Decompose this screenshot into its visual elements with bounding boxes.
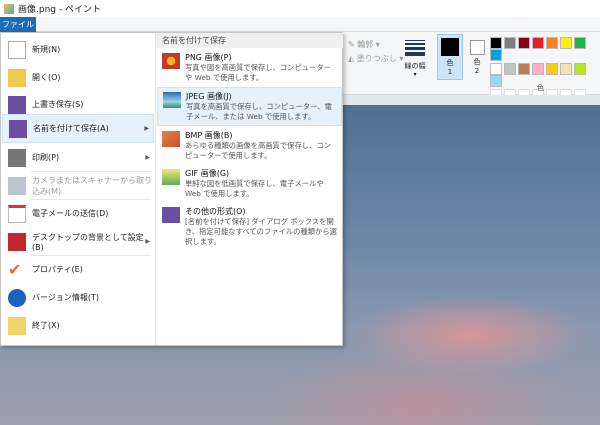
save-as-gif[interactable]: GIF 画像(G) 単純な図を低画質で保存し、電子メールや Web で使用します。	[157, 165, 342, 202]
open-folder-icon	[8, 68, 26, 87]
menu-item-exit[interactable]: 終了(X)	[2, 312, 154, 339]
submenu-arrow-icon: ▶	[144, 125, 149, 132]
menu-item-open[interactable]: 開く(O)	[2, 64, 154, 91]
fill-dropdown[interactable]: ◭ 塗りつぶし ▾	[348, 52, 403, 66]
ribbon-tab-bar	[0, 17, 600, 32]
outline-icon: ✎	[348, 40, 355, 49]
size-button[interactable]: 線の幅 ▾	[402, 36, 428, 78]
menu-item-from-scanner: カメラまたはスキャナーから取り込み(M)	[2, 172, 154, 199]
jpeg-icon	[163, 92, 181, 108]
save-as-icon	[9, 119, 27, 138]
menu-item-print[interactable]: 印刷(P) ▶	[2, 144, 154, 171]
color2-button[interactable]: 色2	[466, 34, 488, 80]
new-file-icon	[8, 40, 26, 59]
about-info-icon	[8, 288, 26, 307]
png-icon	[162, 53, 180, 69]
other-formats-icon	[162, 207, 180, 223]
palette-color-swatch[interactable]	[560, 63, 572, 75]
palette-color-swatch[interactable]	[490, 37, 502, 49]
palette-color-swatch[interactable]	[574, 63, 586, 75]
window-title: 画像.png - ペイント	[18, 5, 101, 15]
submenu-arrow-icon: ▶	[145, 238, 150, 245]
fill-icon: ◭	[348, 54, 355, 63]
menu-item-send-email[interactable]: 電子メールの送信(D)	[2, 200, 154, 227]
save-as-submenu: 名前を付けて保存 PNG 画像(P) 写真や図を高画質で保存し、コンピューターや …	[155, 33, 343, 345]
title-bar: 画像.png - ペイント	[0, 0, 600, 17]
palette-color-swatch[interactable]	[504, 37, 516, 49]
menu-item-about[interactable]: バージョン情報(T)	[2, 284, 154, 311]
desktop-background-icon	[8, 232, 26, 251]
menu-item-set-desktop-background[interactable]: デスクトップの背景として設定(B) ▶	[2, 228, 154, 255]
menu-item-new[interactable]: 新規(N)	[2, 36, 154, 63]
save-as-other[interactable]: その他の形式(O) [名前を付けて保存] ダイアログ ボックスを開き、指定可能なす…	[157, 203, 342, 250]
palette-color-swatch[interactable]	[490, 63, 502, 75]
properties-check-icon: ✔	[8, 259, 22, 279]
palette-color-swatch[interactable]	[532, 37, 544, 49]
menu-item-save-as[interactable]: 名前を付けて保存(A) ▶	[2, 114, 154, 143]
save-as-png[interactable]: PNG 画像(P) 写真や図を高画質で保存し、コンピューターや Web で使用しま…	[157, 49, 342, 86]
ribbon: ✎ 輪郭 ▾ ◭ 塗りつぶし ▾ 線の幅 ▾ 色1 色2 色	[342, 32, 600, 113]
line-width-icon	[402, 36, 428, 58]
palette-color-swatch[interactable]	[546, 63, 558, 75]
email-icon	[8, 204, 26, 223]
colors-group-label: 色	[537, 84, 544, 92]
save-as-jpeg[interactable]: JPEG 画像(J) 写真を高画質で保存し、コンピューター、電子メール、または W…	[157, 87, 342, 126]
file-tab[interactable]: ファイル	[0, 17, 36, 32]
palette-color-swatch[interactable]	[504, 63, 516, 75]
palette-color-swatch[interactable]	[490, 49, 502, 61]
exit-icon	[8, 316, 26, 335]
submenu-arrow-icon: ▶	[145, 154, 150, 161]
save-icon	[8, 95, 26, 114]
palette-color-swatch[interactable]	[518, 63, 530, 75]
print-icon	[8, 148, 26, 167]
palette-color-swatch[interactable]	[574, 37, 586, 49]
outline-dropdown[interactable]: ✎ 輪郭 ▾	[348, 38, 403, 52]
color1-swatch	[441, 38, 459, 56]
palette-color-swatch[interactable]	[532, 63, 544, 75]
palette-color-swatch[interactable]	[560, 37, 572, 49]
scanner-icon	[8, 176, 26, 195]
color2-swatch	[469, 40, 485, 55]
save-as-bmp[interactable]: BMP 画像(B) あらゆる種類の画像を高画質で保存し、コンピューターで使用します…	[157, 127, 342, 164]
bmp-icon	[162, 131, 180, 147]
palette-color-swatch[interactable]	[546, 37, 558, 49]
submenu-header: 名前を付けて保存	[156, 33, 343, 48]
paint-app-icon	[4, 3, 14, 14]
gif-icon	[162, 169, 180, 185]
palette-color-swatch[interactable]	[490, 75, 502, 87]
color1-button[interactable]: 色1	[437, 34, 463, 80]
palette-color-swatch[interactable]	[518, 37, 530, 49]
menu-item-properties[interactable]: ✔ プロパティ(E)	[2, 256, 154, 283]
file-menu: 新規(N) 開く(O) 上書き保存(S) 名前を付けて保存(A) ▶ 印刷(P) ▶ カメラま…	[0, 32, 343, 346]
